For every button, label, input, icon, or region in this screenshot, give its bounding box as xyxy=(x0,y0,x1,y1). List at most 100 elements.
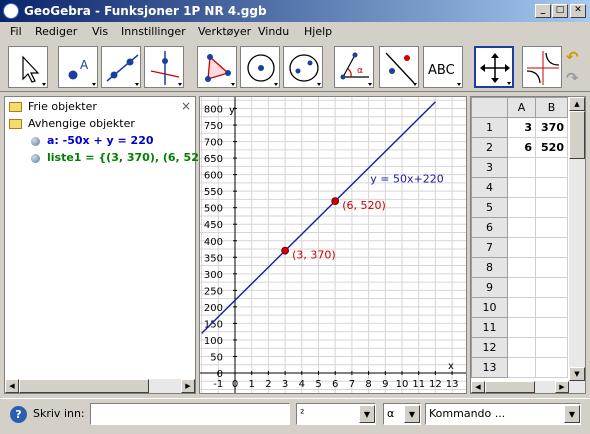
cell-a4[interactable] xyxy=(507,177,536,198)
algebra-item-liste1[interactable]: liste1 = {(3, 370), (6, 520)} xyxy=(47,151,219,164)
sheet-corner[interactable] xyxy=(471,97,508,118)
row-header[interactable]: 6 xyxy=(471,217,508,238)
cell-b3[interactable] xyxy=(535,157,568,178)
x-tick-label: 0 xyxy=(232,379,238,390)
symbol-select[interactable]: ² ▼ xyxy=(296,403,376,425)
perpendicular-tool-button[interactable] xyxy=(144,46,184,88)
cell-b8[interactable] xyxy=(535,257,568,278)
cell-b9[interactable] xyxy=(535,277,568,298)
row-header[interactable]: 8 xyxy=(471,257,508,278)
row-header[interactable]: 5 xyxy=(471,197,508,218)
row-header[interactable]: 4 xyxy=(471,177,508,198)
menu-view[interactable]: Vis xyxy=(92,25,108,38)
text-tool-button[interactable]: ABC xyxy=(423,46,463,88)
point-tool-button[interactable]: A xyxy=(58,46,98,88)
spreadsheet-view: A B 1 3 370 2 6 520 3 4 5 6 7 8 9 10 11 12 13 ▲ ▼ ◀ ▶ xyxy=(470,96,586,394)
algebra-horizontal-scrollbar[interactable]: ◀ ▶ xyxy=(5,379,195,393)
command-select[interactable]: Kommando ... ▼ xyxy=(425,403,581,425)
table-row: 9 xyxy=(471,277,568,298)
cell-a8[interactable] xyxy=(507,257,536,278)
row-header[interactable]: 9 xyxy=(471,277,508,298)
angle-tool-button[interactable]: α xyxy=(334,46,374,88)
cell-a2[interactable]: 6 xyxy=(507,137,536,158)
row-header[interactable]: 3 xyxy=(471,157,508,178)
spreadsheet-vertical-scrollbar[interactable]: ▲ ▼ xyxy=(569,97,585,381)
y-tick-label: 700 xyxy=(204,138,223,149)
cell-b4[interactable] xyxy=(535,177,568,198)
command-input[interactable] xyxy=(90,403,290,425)
line-through-points-icon xyxy=(106,54,139,86)
y-tick-label: 750 xyxy=(204,121,223,132)
menu-options[interactable]: Innstillinger xyxy=(121,25,186,38)
move-graphics-view-tool-button[interactable] xyxy=(474,46,514,88)
row-header[interactable]: 7 xyxy=(471,237,508,258)
cell-a7[interactable] xyxy=(507,237,536,258)
ellipse-tool-button[interactable] xyxy=(283,46,323,88)
table-row: 12 xyxy=(471,337,568,358)
cell-a12[interactable] xyxy=(507,337,536,358)
menu-file[interactable]: Fil xyxy=(10,25,22,38)
row-header[interactable]: 13 xyxy=(471,357,508,378)
move-tool-button[interactable] xyxy=(8,46,48,88)
close-view-icon[interactable]: × xyxy=(181,99,191,113)
x-tick-label: 6 xyxy=(332,379,338,390)
cell-b7[interactable] xyxy=(535,237,568,258)
undo-icon[interactable]: ↶ xyxy=(566,48,584,66)
menu-help[interactable]: Hjelp xyxy=(304,25,332,38)
coordinate-plot[interactable]: -1 0 1 2 3 4 5 6 7 8 9 10 11 12 1380075070065060055050… xyxy=(200,97,467,394)
cell-b11[interactable] xyxy=(535,317,568,338)
menu-window[interactable]: Vindu xyxy=(258,25,289,38)
polygon-tool-button[interactable] xyxy=(197,46,237,88)
hyperbola-function-icon xyxy=(526,51,560,85)
spreadsheet-horizontal-scrollbar[interactable]: ◀ ▶ xyxy=(471,381,585,393)
dependent-objects-folder[interactable]: Avhengige objekter xyxy=(28,117,135,130)
free-objects-folder[interactable]: Frie objekter xyxy=(28,100,97,113)
cell-b2[interactable]: 520 xyxy=(535,137,568,158)
visibility-toggle-icon[interactable] xyxy=(31,154,40,163)
cell-a10[interactable] xyxy=(507,297,536,318)
function-inspector-tool-button[interactable] xyxy=(522,46,562,88)
point-marker[interactable] xyxy=(281,246,289,255)
maximize-button[interactable]: □ xyxy=(552,4,568,18)
cell-b5[interactable] xyxy=(535,197,568,218)
row-header[interactable]: 1 xyxy=(471,117,508,138)
cell-a1[interactable]: 3 xyxy=(507,117,536,138)
line-tool-button[interactable] xyxy=(101,46,141,88)
x-tick-label: 7 xyxy=(349,379,355,390)
column-header[interactable]: B xyxy=(535,97,568,118)
visibility-toggle-icon[interactable] xyxy=(31,137,40,146)
row-header[interactable]: 2 xyxy=(471,137,508,158)
cell-b1[interactable]: 370 xyxy=(535,117,568,138)
reflect-tool-button[interactable] xyxy=(379,46,419,88)
algebra-item-line-a[interactable]: a: -50x + y = 220 xyxy=(47,134,154,147)
cell-a5[interactable] xyxy=(507,197,536,218)
x-tick-label: 1 xyxy=(249,379,255,390)
menu-tools[interactable]: Verktøyer xyxy=(198,25,251,38)
minimize-button[interactable]: _ xyxy=(535,4,551,18)
help-icon[interactable]: ? xyxy=(10,406,27,423)
circle-tool-button[interactable] xyxy=(240,46,280,88)
table-row: 8 xyxy=(471,257,568,278)
cell-a13[interactable] xyxy=(507,357,536,378)
point-marker[interactable] xyxy=(331,197,340,205)
cell-a6[interactable] xyxy=(507,217,536,238)
row-header[interactable]: 11 xyxy=(471,317,508,338)
column-header[interactable]: A xyxy=(507,97,536,118)
y-tick-label: 0 xyxy=(217,369,223,380)
redo-icon[interactable]: ↷ xyxy=(566,69,584,87)
greek-select[interactable]: α ▼ xyxy=(383,403,421,425)
cell-b6[interactable] xyxy=(535,217,568,238)
cell-a9[interactable] xyxy=(507,277,536,298)
row-header[interactable]: 10 xyxy=(471,297,508,318)
cell-a3[interactable] xyxy=(507,157,536,178)
cell-a11[interactable] xyxy=(507,317,536,338)
graphics-view[interactable]: -1 0 1 2 3 4 5 6 7 8 9 10 11 12 13 800 750 700 650 600 550 50… xyxy=(199,96,467,394)
close-button[interactable]: ✕ xyxy=(570,4,586,18)
x-tick-label: 12 xyxy=(429,379,442,390)
menu-edit[interactable]: Rediger xyxy=(35,25,77,38)
cell-b13[interactable] xyxy=(535,357,568,378)
folder-icon xyxy=(9,102,22,112)
cell-b12[interactable] xyxy=(535,337,568,358)
row-header[interactable]: 12 xyxy=(471,337,508,358)
cell-b10[interactable] xyxy=(535,297,568,318)
